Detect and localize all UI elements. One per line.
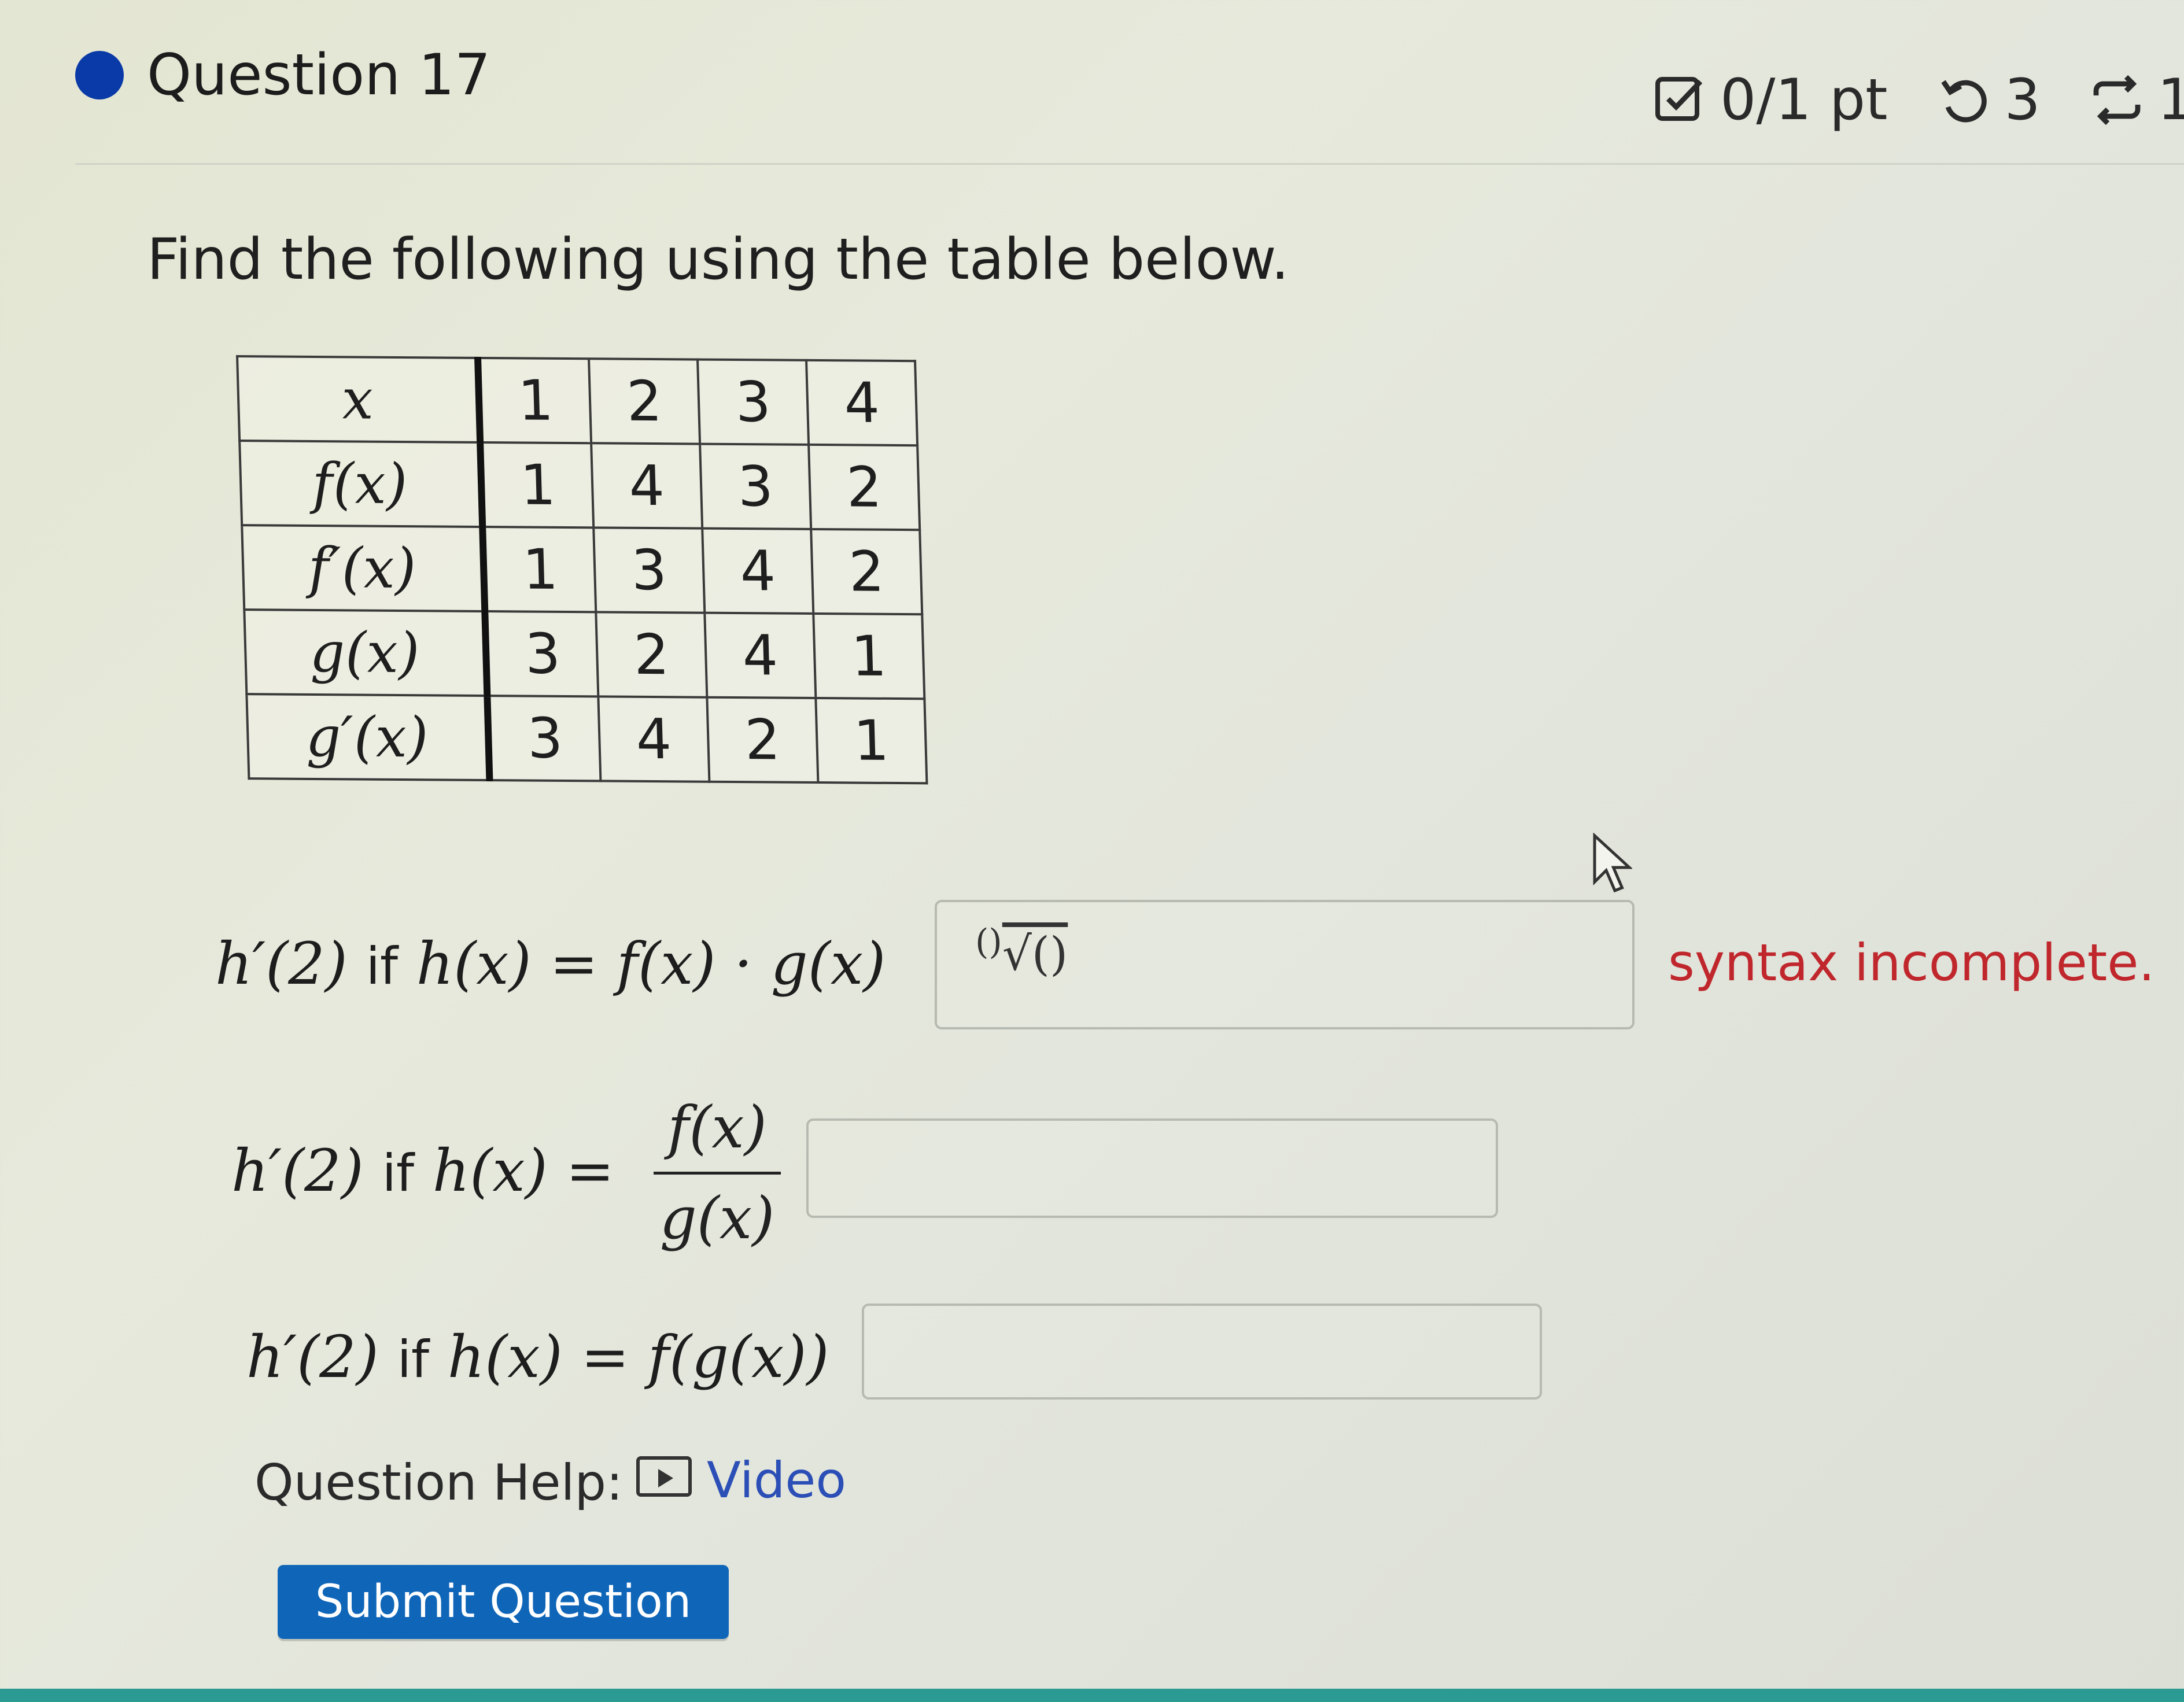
submit-question-button[interactable]: Submit Question xyxy=(278,1565,729,1639)
table-row: f′(x) 1 3 4 2 xyxy=(242,525,923,615)
table-header-cell: 2 xyxy=(589,359,700,444)
part2-expression-lhs: h(x) = xyxy=(432,1137,615,1205)
table-row: g′(x) 3 4 2 1 xyxy=(246,694,927,784)
table-cell: 1 xyxy=(813,613,925,699)
row-label-g-prime: g′(x) xyxy=(246,694,490,781)
checkbox-icon xyxy=(1655,77,1703,121)
table-cell: 4 xyxy=(702,528,814,614)
table-row: g(x) 3 2 4 1 xyxy=(244,610,925,699)
attempts-count: 19 xyxy=(2157,67,2184,133)
values-table: x 1 2 3 4 f(x) 1 4 3 2 f′(x) 1 3 4 2 g(x… xyxy=(236,355,928,785)
question-title: Question 17 xyxy=(147,42,491,108)
part2-label: h′(2) if h(x) = xyxy=(231,1134,614,1211)
table-cell: 3 xyxy=(487,696,601,781)
table-cell: 3 xyxy=(485,611,599,697)
values-table-container: x 1 2 3 4 f(x) 1 4 3 2 f′(x) 1 3 4 2 g(x… xyxy=(236,355,928,785)
table-cell: 2 xyxy=(811,529,923,615)
bottom-accent-bar xyxy=(0,1689,2184,1702)
row-label-g: g(x) xyxy=(244,610,488,696)
table-cell: 1 xyxy=(482,526,596,612)
undo-icon[interactable] xyxy=(1936,72,1992,128)
table-cell: 3 xyxy=(593,527,705,613)
part2-if: if xyxy=(382,1143,414,1203)
video-help-link[interactable]: Video xyxy=(707,1446,846,1515)
part3-if: if xyxy=(397,1330,429,1389)
part3-expression: h(x) = f(g(x)) xyxy=(447,1323,829,1391)
header-divider xyxy=(75,163,2184,165)
table-cell: 1 xyxy=(480,442,594,528)
table-header-row: x 1 2 3 4 xyxy=(237,356,918,446)
table-header-x: x xyxy=(237,356,481,442)
question-status-dot xyxy=(75,51,124,99)
row-label-f: f(x) xyxy=(239,441,483,527)
table-cell: 4 xyxy=(598,696,710,782)
table-cell: 4 xyxy=(704,612,816,699)
root-template[interactable]: ()√() xyxy=(975,922,1068,981)
fraction-denominator: g(x) xyxy=(659,1184,775,1252)
syntax-status-message: syntax incomplete. xyxy=(1668,933,2155,992)
repeat-icon[interactable] xyxy=(2089,72,2145,128)
part1-h-prime: h′(2) xyxy=(215,930,348,998)
table-cell: 2 xyxy=(596,612,707,697)
table-cell: 2 xyxy=(809,444,920,530)
root-radicand-placeholder[interactable]: √() xyxy=(1002,927,1068,981)
table-cell: 1 xyxy=(816,698,927,784)
answer-input-2[interactable] xyxy=(806,1118,1498,1218)
points-value: 0/1 pt xyxy=(1720,67,1888,133)
question-prompt: Find the following using the table below… xyxy=(147,227,1289,293)
fraction-numerator: f(x) xyxy=(667,1094,767,1161)
fraction-bar xyxy=(654,1172,781,1175)
part3-h-prime: h′(2) xyxy=(246,1323,379,1391)
mouse-cursor-icon xyxy=(1593,833,1632,893)
part1-expression: h(x) = f(x) · g(x) xyxy=(416,930,886,998)
question-help-label: Question Help: xyxy=(254,1454,624,1512)
part1-if: if xyxy=(366,936,398,996)
table-header-cell: 1 xyxy=(478,357,592,444)
question-score-bar: 0/1 pt 3 19 xyxy=(1652,62,2184,138)
answer-input-3[interactable] xyxy=(862,1304,1542,1400)
retries-count: 3 xyxy=(2004,67,2041,133)
part2-fraction: f(x) g(x) xyxy=(654,1087,781,1259)
video-play-icon[interactable] xyxy=(636,1456,692,1497)
root-index-placeholder[interactable]: () xyxy=(975,922,1002,962)
part2-h-prime: h′(2) xyxy=(231,1137,364,1205)
table-cell: 3 xyxy=(700,444,811,529)
table-cell: 2 xyxy=(707,697,818,783)
row-label-f-prime: f′(x) xyxy=(242,525,485,612)
table-header-cell: 4 xyxy=(806,360,918,446)
part3-label: h′(2) if h(x) = f(g(x)) xyxy=(246,1320,829,1397)
table-row: f(x) 1 4 3 2 xyxy=(239,441,920,530)
table-header-cell: 3 xyxy=(698,359,809,445)
table-cell: 4 xyxy=(591,443,703,529)
part1-label: h′(2) if h(x) = f(x) · g(x) xyxy=(215,926,886,1004)
